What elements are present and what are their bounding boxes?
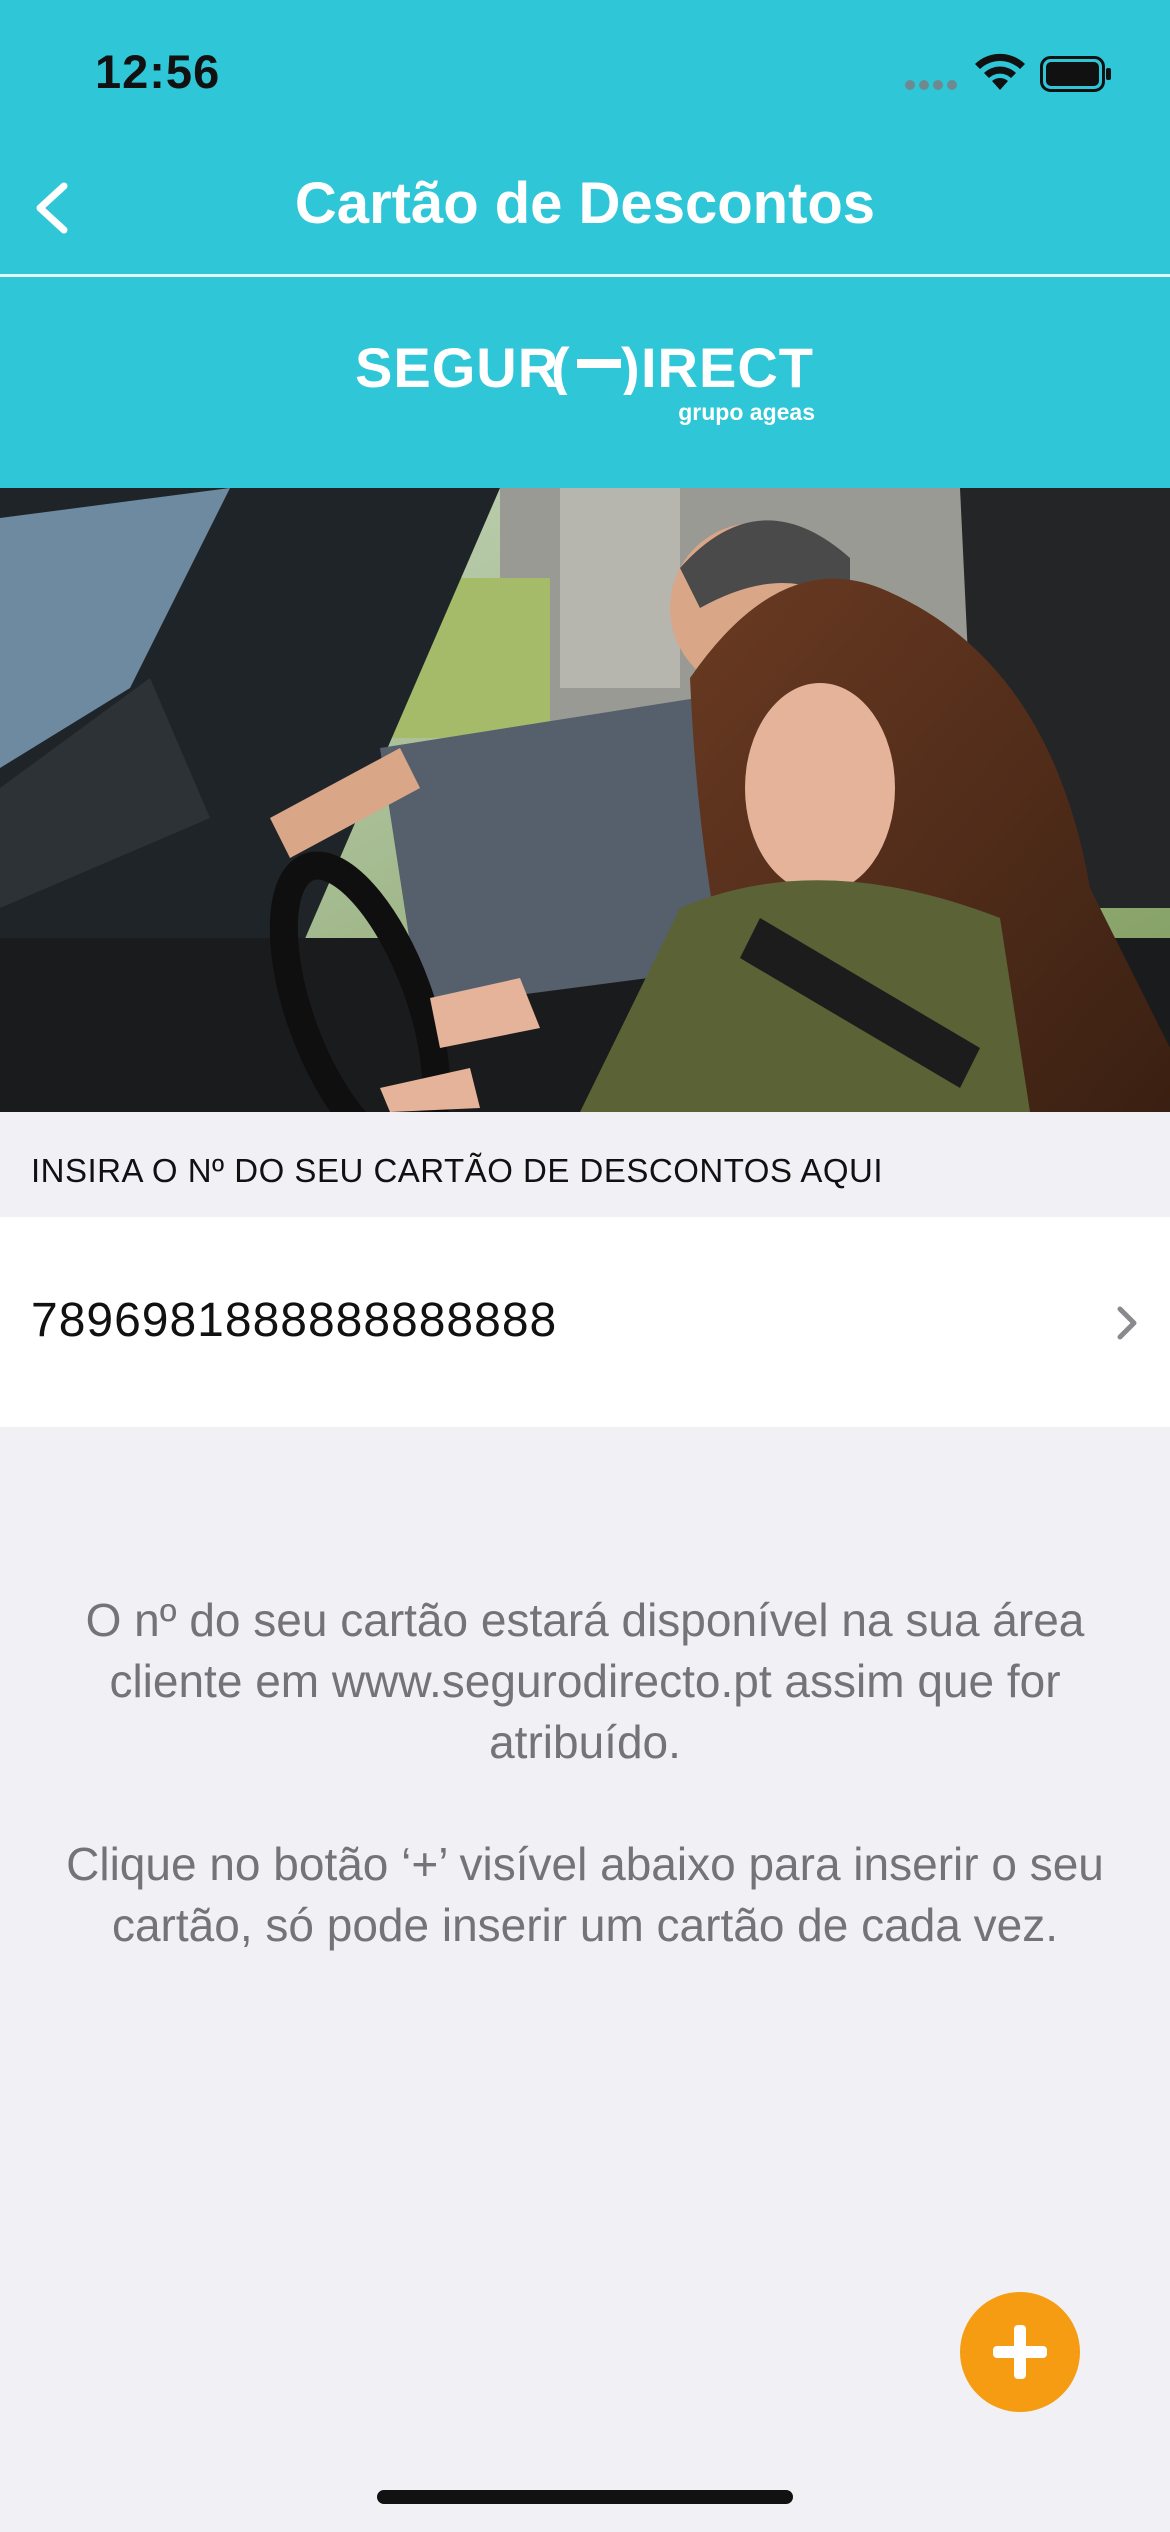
segurodirecto-logo: SEGUR ( ) IRECTO xyxy=(355,336,815,395)
page-title: Cartão de Descontos xyxy=(294,171,876,236)
info-paragraph-card-availability: O nº do seu cartão estará disponível na … xyxy=(85,1594,1085,1768)
card-section-title: INSIRA O Nº DO SEU CARTÃO DE DESCONTOS A… xyxy=(31,1152,883,1189)
app-header: 12:56 Cartão de Descontos SEGUR () IREC… xyxy=(0,0,1170,488)
add-card-button[interactable] xyxy=(960,2292,1080,2412)
status-bar: 12:56 xyxy=(0,0,1170,140)
plus-icon xyxy=(993,2325,1047,2379)
info-text: O nº do seu cartão estará disponível na … xyxy=(55,1590,1115,2017)
home-indicator[interactable] xyxy=(377,2490,793,2504)
chevron-right-icon xyxy=(1117,1306,1137,1340)
battery-icon xyxy=(1040,56,1111,92)
info-paragraph-add-instructions: Clique no botão ‘+’ visível abaixo para … xyxy=(66,1838,1104,1951)
status-time: 12:56 xyxy=(95,45,221,98)
svg-text:(: ( xyxy=(551,336,570,395)
hero-photo xyxy=(0,488,1170,1112)
cellular-signal-icon xyxy=(905,80,957,90)
svg-text:SEGUR: SEGUR xyxy=(355,336,559,395)
brand-banner: SEGUR ( ) IRECTO grupo ageas xyxy=(0,277,1170,488)
wifi-icon xyxy=(975,53,1025,90)
brand-subtitle: grupo ageas xyxy=(678,399,815,425)
card-number: 7896981888888888888 xyxy=(31,1294,558,1347)
navigation-bar: Cartão de Descontos xyxy=(0,140,1170,277)
hero-photo-illustration xyxy=(0,488,1170,1112)
discount-card-row[interactable]: 7896981888888888888 xyxy=(0,1217,1170,1427)
svg-text:): ) xyxy=(621,336,640,395)
card-section-header: INSIRA O Nº DO SEU CARTÃO DE DESCONTOS A… xyxy=(0,1112,1170,1217)
svg-text:IRECTO: IRECTO xyxy=(641,336,815,395)
